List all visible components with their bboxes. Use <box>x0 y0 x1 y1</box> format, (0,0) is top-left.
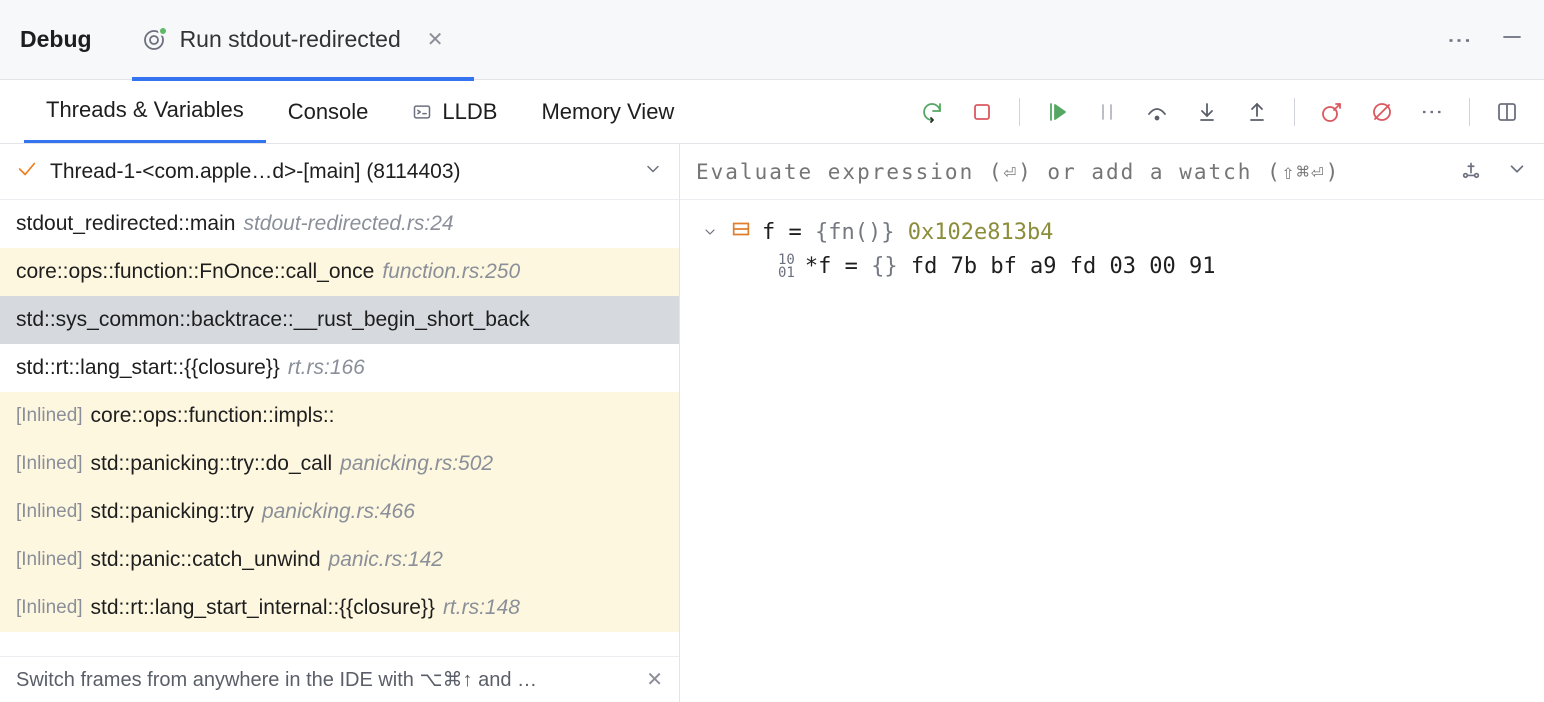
stop-icon[interactable] <box>969 99 995 125</box>
stack-frame[interactable]: std::rt::lang_start::{{closure}} rt.rs:16… <box>0 344 679 392</box>
frame-name: std::panic::catch_unwind <box>91 548 321 572</box>
run-configuration-tab[interactable]: Run stdout-redirected ✕ <box>132 2 474 81</box>
frame-location: panicking.rs:502 <box>340 452 493 476</box>
chevron-down-icon[interactable] <box>643 159 663 185</box>
frame-name: core::ops::function::impls:: <box>91 404 335 428</box>
step-into-icon[interactable] <box>1194 99 1220 125</box>
frame-name: std::sys_common::backtrace::__rust_begin… <box>16 308 530 332</box>
rerun-icon[interactable] <box>919 99 945 125</box>
evaluate-expression-input[interactable] <box>696 160 1446 184</box>
tab-memory-view[interactable]: Memory View <box>519 80 696 143</box>
inlined-badge: [Inlined] <box>16 405 83 427</box>
frame-name: std::panicking::try::do_call <box>91 452 333 476</box>
frame-name: std::panicking::try <box>91 500 254 524</box>
struct-icon <box>730 218 752 246</box>
view-breakpoints-icon[interactable] <box>1319 99 1345 125</box>
mute-breakpoints-icon[interactable] <box>1369 99 1395 125</box>
step-out-icon[interactable] <box>1244 99 1270 125</box>
frames-list: stdout_redirected::main stdout-redirected… <box>0 200 679 656</box>
stack-frame[interactable]: std::sys_common::backtrace::__rust_begin… <box>0 296 679 344</box>
thread-selector[interactable]: Thread-1-<com.apple…d>-[main] (8114403) <box>0 144 679 200</box>
frames-tip: Switch frames from anywhere in the IDE w… <box>0 656 679 702</box>
tab-console[interactable]: Console <box>266 80 391 143</box>
variables-pane: f = {fn()} 0x102e813b4 1001 *f = {} fd 7… <box>680 144 1544 702</box>
step-over-icon[interactable] <box>1144 99 1170 125</box>
frame-location: function.rs:250 <box>382 260 520 284</box>
chevron-down-icon[interactable] <box>1506 158 1528 185</box>
frame-name: stdout_redirected::main <box>16 212 235 236</box>
frame-name: std::rt::lang_start_internal::{{closure}… <box>91 596 435 620</box>
layout-icon[interactable] <box>1494 99 1520 125</box>
frame-location: rt.rs:148 <box>443 596 520 620</box>
thread-name: Thread-1-<com.apple…d>-[main] (8114403) <box>50 160 461 184</box>
variable-row[interactable]: f = {fn()} 0x102e813b4 <box>700 214 1524 250</box>
frame-location: stdout-redirected.rs:24 <box>243 212 453 236</box>
run-tab-label: Run stdout-redirected <box>180 26 401 53</box>
add-watch-icon[interactable] <box>1460 158 1482 185</box>
frame-location: panicking.rs:466 <box>262 500 415 524</box>
debug-title: Debug <box>20 26 92 53</box>
frames-pane: Thread-1-<com.apple…d>-[main] (8114403) … <box>0 144 680 702</box>
stack-frame[interactable]: core::ops::function::FnOnce::call_once fu… <box>0 248 679 296</box>
inlined-badge: [Inlined] <box>16 453 83 475</box>
debug-toolbar: ⋮ <box>919 98 1520 126</box>
variable-row[interactable]: 1001 *f = {} fd 7b bf a9 fd 03 00 91 <box>700 250 1524 283</box>
inlined-badge: [Inlined] <box>16 501 83 523</box>
inlined-badge: [Inlined] <box>16 549 83 571</box>
frame-name: std::rt::lang_start::{{closure}} <box>16 356 280 380</box>
debug-subbar: Threads & Variables Console LLDB Memory … <box>0 80 1544 144</box>
more-icon[interactable]: ⋮ <box>1419 99 1445 125</box>
terminal-icon <box>412 102 432 122</box>
evaluate-row <box>680 144 1544 200</box>
stack-frame[interactable]: [Inlined] std::rt::lang_start_internal::{… <box>0 584 679 632</box>
resume-icon[interactable] <box>1044 99 1070 125</box>
pause-icon[interactable] <box>1094 99 1120 125</box>
inlined-badge: [Inlined] <box>16 597 83 619</box>
frame-name: core::ops::function::FnOnce::call_once <box>16 260 374 284</box>
stack-frame[interactable]: stdout_redirected::main stdout-redirected… <box>0 200 679 248</box>
close-tip-icon[interactable]: ✕ <box>646 667 663 692</box>
stack-frame[interactable]: [Inlined] std::panicking::try panicking.rs… <box>0 488 679 536</box>
frame-location: rt.rs:166 <box>288 356 365 380</box>
minimize-icon[interactable] <box>1500 25 1524 54</box>
frame-location: panic.rs:142 <box>329 548 443 572</box>
close-tab-icon[interactable]: ✕ <box>427 27 444 52</box>
debug-header: Debug Run stdout-redirected ✕ ⋮ <box>0 0 1544 80</box>
rust-icon <box>142 28 166 52</box>
variables-tree: f = {fn()} 0x102e813b4 1001 *f = {} fd 7… <box>680 200 1544 297</box>
stack-frame[interactable]: [Inlined] std::panicking::try::do_call pan… <box>0 440 679 488</box>
binary-icon: 1001 <box>778 254 795 279</box>
stack-frame[interactable]: [Inlined] std::panic::catch_unwind panic.r… <box>0 536 679 584</box>
check-icon <box>16 158 38 186</box>
more-options-icon[interactable]: ⋮ <box>1445 29 1474 51</box>
stack-frame[interactable]: [Inlined] core::ops::function::impls:: <box>0 392 679 440</box>
tab-lldb[interactable]: LLDB <box>390 80 519 143</box>
tab-threads-variables[interactable]: Threads & Variables <box>24 80 266 143</box>
chevron-down-icon[interactable] <box>700 224 720 240</box>
